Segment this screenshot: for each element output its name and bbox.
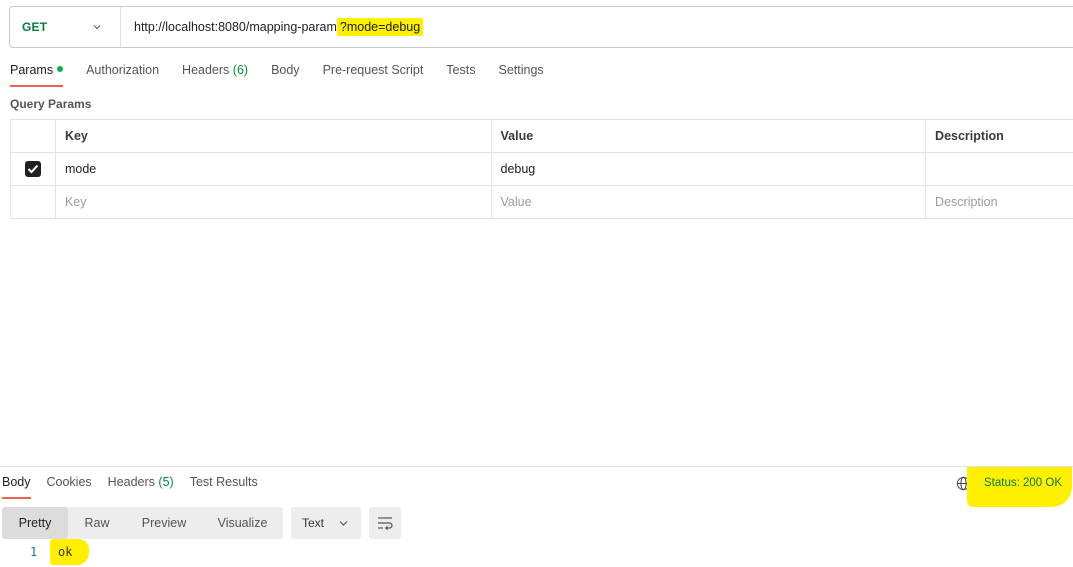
- view-raw[interactable]: Raw: [68, 507, 126, 539]
- url-bar[interactable]: GET http://localhost:8080/mapping-param?…: [9, 6, 1073, 48]
- response-tabs: Body Cookies Headers (5) Test Results: [2, 475, 274, 499]
- wrap-lines-button[interactable]: [369, 507, 401, 539]
- new-key-input[interactable]: Key: [54, 185, 492, 219]
- tab-headers[interactable]: Headers (6): [182, 63, 248, 89]
- table-row-new: Key Value Description: [10, 185, 1073, 219]
- row-check-cell-empty: [10, 185, 56, 219]
- params-indicator-dot: [57, 66, 64, 72]
- param-description-cell[interactable]: [925, 152, 1073, 186]
- view-preview[interactable]: Preview: [126, 507, 202, 539]
- param-value-cell[interactable]: debug: [490, 152, 927, 186]
- chevron-down-icon: [339, 521, 348, 526]
- response-tab-headers[interactable]: Headers (5): [108, 475, 174, 489]
- status-badge[interactable]: Status: 200 OK: [984, 477, 1062, 489]
- url-input[interactable]: http://localhost:8080/mapping-param ?mode…: [121, 18, 424, 36]
- view-pretty[interactable]: Pretty: [2, 507, 68, 539]
- method-label: GET: [22, 20, 48, 34]
- tab-params[interactable]: Params: [10, 63, 64, 89]
- param-key-cell[interactable]: mode: [54, 152, 492, 186]
- header-description: Description: [925, 119, 1073, 153]
- query-params-table: Key Value Description mode debug Key Val…: [10, 119, 1073, 219]
- response-tab-body[interactable]: Body: [2, 475, 31, 499]
- header-value: Value: [490, 119, 927, 153]
- row-check-cell: [10, 152, 56, 186]
- table-header-row: Key Value Description: [10, 119, 1073, 153]
- url-query: ?mode=debug: [336, 18, 424, 36]
- response-tab-cookies[interactable]: Cookies: [47, 475, 92, 489]
- new-value-input[interactable]: Value: [490, 185, 927, 219]
- headers-count: (6): [232, 63, 249, 77]
- tab-authorization[interactable]: Authorization: [86, 63, 159, 89]
- wrap-lines-icon: [378, 517, 393, 530]
- format-label: Text: [302, 516, 325, 530]
- check-icon: [27, 164, 39, 174]
- tab-tests[interactable]: Tests: [446, 63, 475, 89]
- header-check-cell: [10, 119, 56, 153]
- header-key: Key: [54, 119, 492, 153]
- pane-divider[interactable]: [0, 466, 1073, 467]
- table-row: mode debug: [10, 152, 1073, 186]
- tab-settings[interactable]: Settings: [498, 63, 543, 89]
- tab-pre-request-script[interactable]: Pre-request Script: [323, 63, 424, 89]
- response-body-text: ok: [58, 545, 73, 559]
- method-select[interactable]: GET: [10, 7, 121, 47]
- chevron-down-icon: [93, 25, 101, 30]
- format-select[interactable]: Text: [291, 507, 361, 539]
- response-tab-test-results[interactable]: Test Results: [190, 475, 258, 489]
- new-description-input[interactable]: Description: [925, 185, 1073, 219]
- tab-body[interactable]: Body: [271, 63, 300, 89]
- request-tabs: Params Authorization Headers (6) Body Pr…: [10, 63, 567, 89]
- line-number: 1: [30, 545, 38, 559]
- response-headers-count: (5): [158, 475, 174, 489]
- view-mode-switch: Pretty Raw Preview Visualize: [2, 507, 283, 539]
- url-base: http://localhost:8080/mapping-param: [134, 20, 337, 34]
- param-checkbox[interactable]: [24, 161, 41, 177]
- view-visualize[interactable]: Visualize: [202, 507, 283, 539]
- query-params-title: Query Params: [10, 97, 92, 111]
